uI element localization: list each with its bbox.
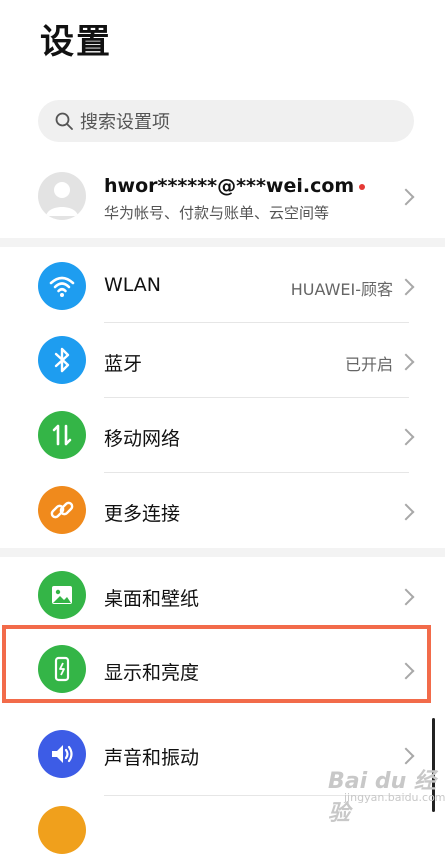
link-icon — [38, 486, 86, 534]
settings-item-label: 移动网络 — [104, 428, 181, 450]
section-divider — [0, 238, 445, 247]
settings-item-label: WLAN — [104, 274, 162, 296]
settings-item-value: 已开启 — [344, 355, 393, 374]
page-title: 设置 — [40, 22, 112, 62]
chevron-right-icon — [397, 278, 415, 296]
wifi-icon — [38, 262, 86, 310]
partial-row-icon — [38, 806, 86, 854]
chevron-right-icon — [397, 353, 415, 371]
settings-item-value: HUAWEI-顾客 — [290, 280, 393, 299]
speaker-icon — [38, 730, 86, 778]
section-divider — [0, 548, 445, 557]
watermark-sub: jingyan.baidu.com — [344, 791, 445, 804]
chevron-right-icon — [397, 188, 415, 206]
highlight-box — [2, 625, 431, 703]
row-divider — [104, 472, 409, 473]
chevron-right-icon — [397, 503, 415, 521]
chevron-right-icon — [397, 428, 415, 446]
row-divider — [104, 397, 409, 398]
chevron-right-icon — [397, 588, 415, 606]
settings-item-label: 更多连接 — [104, 503, 181, 525]
account-name: hwor******@***wei.com — [104, 175, 366, 197]
account-subtitle: 华为帐号、付款与账单、云空间等 — [104, 204, 330, 222]
mobile-data-icon — [38, 411, 86, 459]
baidu-watermark: Bai du 经验 jingyan.baidu.com — [300, 755, 445, 826]
search-placeholder: 搜索设置项 — [80, 112, 170, 133]
search-icon — [54, 111, 74, 131]
avatar-icon — [38, 172, 86, 220]
bluetooth-icon — [38, 336, 86, 384]
search-bar[interactable]: 搜索设置项 — [38, 100, 414, 142]
row-divider — [104, 322, 409, 323]
notification-dot — [359, 183, 366, 190]
settings-item-label: 声音和振动 — [104, 747, 200, 769]
image-icon — [38, 571, 86, 619]
settings-item-label: 蓝牙 — [104, 353, 143, 375]
settings-item-label: 桌面和壁纸 — [104, 588, 200, 610]
